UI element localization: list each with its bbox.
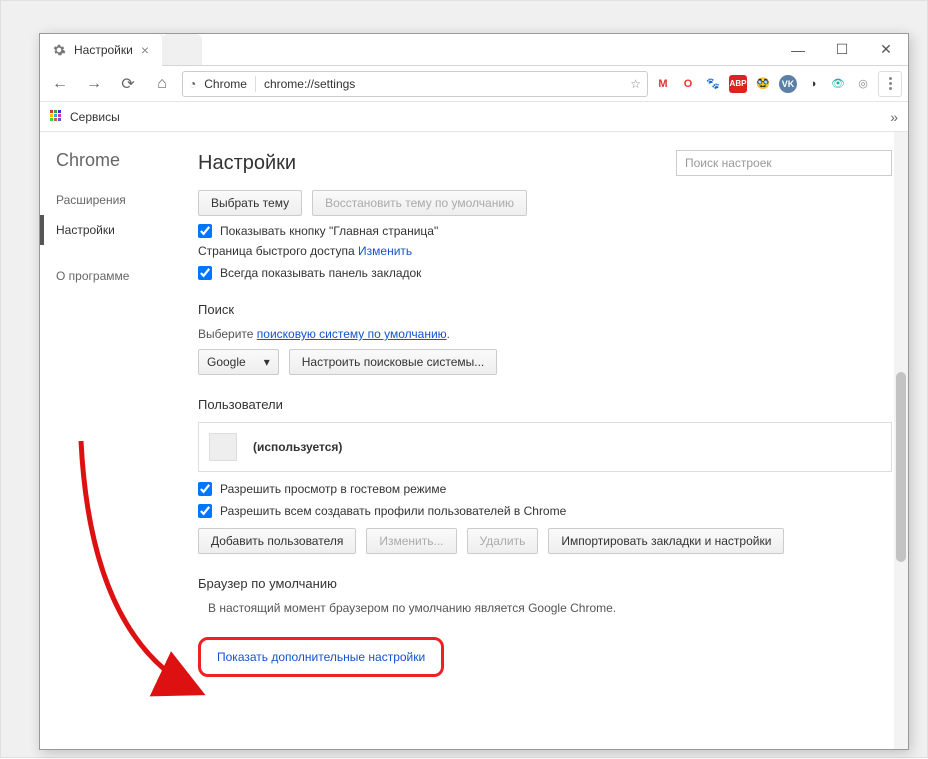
sidebar-item-about[interactable]: О программе <box>40 261 190 291</box>
services-link[interactable]: Сервисы <box>70 110 120 124</box>
maximize-button[interactable]: ☐ <box>820 34 864 66</box>
section-appearance: Выбрать тему Восстановить тему по умолча… <box>198 190 892 280</box>
section-users: Пользователи (используется) Разрешить пр… <box>198 397 892 554</box>
search-choose-prefix: Выберите <box>198 327 253 341</box>
paw-icon[interactable]: 🐾 <box>704 75 722 93</box>
allow-guest-checkbox[interactable]: Разрешить просмотр в гостевом режиме <box>198 482 892 496</box>
allow-add-profiles-checkbox[interactable]: Разрешить всем создавать профили пользов… <box>198 504 892 518</box>
show-bookmarks-bar-label: Всегда показывать панель закладок <box>220 266 421 280</box>
browser-window: Настройки × — ☐ ✕ ← → ⟳ ⌂ ◔ Chrome chrom… <box>39 33 909 750</box>
users-heading: Пользователи <box>198 397 892 412</box>
allow-guest-label: Разрешить просмотр в гостевом режиме <box>220 482 446 496</box>
protocol-label: Chrome <box>204 77 247 91</box>
ext-round2-icon[interactable]: ◎ <box>854 75 872 93</box>
show-home-button-label: Показывать кнопку "Главная страница" <box>220 224 438 238</box>
default-browser-status: В настоящий момент браузером по умолчани… <box>208 601 892 615</box>
home-page-row: Страница быстрого доступа Изменить <box>198 244 892 258</box>
reset-theme-button[interactable]: Восстановить тему по умолчанию <box>312 190 527 216</box>
reload-button[interactable]: ⟳ <box>114 70 142 98</box>
show-home-button-input[interactable] <box>198 224 212 238</box>
home-page-text: Страница быстрого доступа <box>198 244 355 258</box>
delete-user-button[interactable]: Удалить <box>467 528 539 554</box>
tab-close-icon[interactable]: × <box>141 42 149 58</box>
choose-theme-button[interactable]: Выбрать тему <box>198 190 302 216</box>
page-info-icon[interactable]: ◔ <box>189 77 196 91</box>
settings-search-input[interactable]: Поиск настроек <box>676 150 892 176</box>
show-home-button-checkbox[interactable]: Показывать кнопку "Главная страница" <box>198 224 892 238</box>
scrollbar[interactable] <box>894 132 908 749</box>
sidebar-item-settings[interactable]: Настройки <box>40 215 190 245</box>
minimize-button[interactable]: — <box>776 34 820 66</box>
eye-icon[interactable]: 👁 <box>829 75 847 93</box>
avatar <box>209 433 237 461</box>
omnibox-divider <box>255 76 256 92</box>
page-title: Настройки <box>198 152 296 175</box>
back-button[interactable]: ← <box>46 70 74 98</box>
extension-icons: M O 🐾 ABP 🥸 VK ◑ 👁 ◎ <box>654 75 872 93</box>
forward-button[interactable]: → <box>80 70 108 98</box>
add-user-button[interactable]: Добавить пользователя <box>198 528 356 554</box>
sidebar: Chrome Расширения Настройки О программе <box>40 132 190 749</box>
current-user-row[interactable]: (используется) <box>198 422 892 472</box>
address-bar: ← → ⟳ ⌂ ◔ Chrome chrome://settings ☆ M O… <box>40 66 908 102</box>
opera-icon[interactable]: O <box>679 75 697 93</box>
default-browser-heading: Браузер по умолчанию <box>198 576 892 591</box>
search-engine-value: Google <box>207 355 246 369</box>
titlebar: Настройки × — ☐ ✕ <box>40 34 908 66</box>
close-button[interactable]: ✕ <box>864 34 908 66</box>
allow-add-profiles-label: Разрешить всем создавать профили пользов… <box>220 504 566 518</box>
default-search-engine-link[interactable]: поисковую систему по умолчанию <box>257 327 447 341</box>
vk-icon[interactable]: VK <box>779 75 797 93</box>
bookmark-star-icon[interactable]: ☆ <box>630 77 641 91</box>
url-text: chrome://settings <box>264 77 355 91</box>
content-area: Chrome Расширения Настройки О программе … <box>40 132 908 749</box>
edit-user-button[interactable]: Изменить... <box>366 528 456 554</box>
show-bookmarks-bar-checkbox[interactable]: Всегда показывать панель закладок <box>198 266 892 280</box>
show-advanced-link[interactable]: Показать дополнительные настройки <box>217 644 425 670</box>
bookmarks-overflow-icon[interactable]: » <box>890 109 898 125</box>
search-heading: Поиск <box>198 302 892 317</box>
apps-icon[interactable] <box>50 110 64 124</box>
show-bookmarks-bar-input[interactable] <box>198 266 212 280</box>
section-default-browser: Браузер по умолчанию В настоящий момент … <box>198 576 892 615</box>
manage-search-engines-button[interactable]: Настроить поисковые системы... <box>289 349 498 375</box>
brand-label: Chrome <box>40 150 190 185</box>
allow-add-profiles-input[interactable] <box>198 504 212 518</box>
home-page-change-link[interactable]: Изменить <box>358 244 412 258</box>
new-tab-ghost[interactable] <box>162 34 202 66</box>
menu-button[interactable] <box>878 71 902 97</box>
omnibox[interactable]: ◔ Chrome chrome://settings ☆ <box>182 71 648 97</box>
section-search: Поиск Выберите поисковую систему по умол… <box>198 302 892 375</box>
abp-icon[interactable]: ABP <box>729 75 747 93</box>
ext-round1-icon[interactable]: ◑ <box>804 75 822 93</box>
search-engine-select[interactable]: Google ▾ <box>198 349 279 375</box>
bookmarks-bar: Сервисы » <box>40 102 908 132</box>
home-button[interactable]: ⌂ <box>148 70 176 98</box>
gmail-icon[interactable]: M <box>654 75 672 93</box>
current-user-label: (используется) <box>253 440 342 454</box>
mask-icon[interactable]: 🥸 <box>754 75 772 93</box>
scrollbar-thumb[interactable] <box>896 372 906 562</box>
tab-title: Настройки <box>74 43 133 57</box>
import-bookmarks-button[interactable]: Импортировать закладки и настройки <box>548 528 784 554</box>
allow-guest-input[interactable] <box>198 482 212 496</box>
chevron-down-icon: ▾ <box>264 355 270 369</box>
sidebar-item-extensions[interactable]: Расширения <box>40 185 190 215</box>
gear-icon <box>52 43 66 57</box>
main-panel: Настройки Поиск настроек Выбрать тему Во… <box>190 132 908 749</box>
settings-search-placeholder: Поиск настроек <box>685 156 772 170</box>
advanced-link-highlight: Показать дополнительные настройки <box>198 637 444 677</box>
tab-settings[interactable]: Настройки × <box>40 34 164 66</box>
